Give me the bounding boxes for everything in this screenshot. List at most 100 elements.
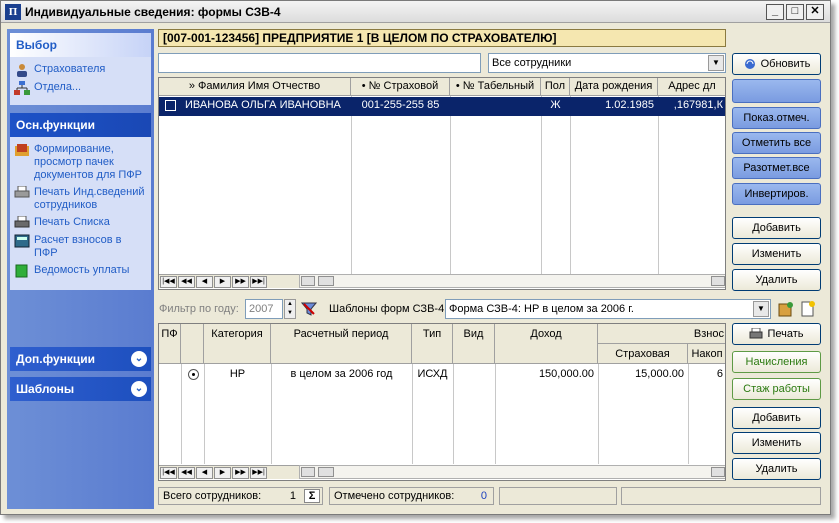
table-row[interactable]: ИВАНОВА ОЛЬГА ИВАНОВНА 001-255-255 85 Ж … [159, 97, 725, 116]
window-title: Индивидуальные сведения: формы СЗВ-4 [25, 4, 281, 19]
scroll-right-icon[interactable] [711, 467, 725, 477]
col-header-period[interactable]: Расчетный период [271, 324, 412, 364]
prev-page-icon[interactable]: ◀◀ [178, 275, 195, 288]
maximize-button[interactable]: □ [786, 3, 804, 20]
scroll-thumb[interactable] [318, 276, 334, 286]
minimize-button[interactable]: _ [766, 3, 784, 20]
mark-all-button[interactable]: Отметить все [732, 132, 821, 154]
filter-funnel-icon[interactable] [301, 301, 317, 317]
template-new-icon[interactable] [799, 300, 817, 318]
col-header-income[interactable]: Доход [495, 324, 598, 364]
work-experience-button[interactable]: Стаж работы [732, 378, 821, 400]
row-radio[interactable] [183, 366, 204, 384]
section-select-header[interactable]: Выбор [10, 33, 151, 57]
add-employee-button[interactable]: Добавить [732, 217, 821, 239]
next-record-icon[interactable]: ▶ [214, 466, 231, 479]
accruals-button[interactable]: Начисления [732, 351, 821, 373]
forms-hscrollbar[interactable] [299, 465, 725, 479]
first-record-icon[interactable]: |◀◀ [160, 466, 177, 479]
employee-search-input[interactable] [158, 53, 481, 73]
nav-payment-statement[interactable]: Ведомость уплаты [14, 264, 147, 278]
scroll-left-icon[interactable] [301, 467, 315, 477]
cell-address: ,167981,К [673, 99, 723, 111]
dropdown-arrow-icon[interactable]: ▼ [753, 301, 769, 317]
last-record-icon[interactable]: ▶▶| [250, 275, 267, 288]
nav-print-list[interactable]: Печать Списка [14, 216, 147, 230]
col-header-name[interactable]: » Фамилия Имя Отчество [159, 78, 351, 96]
employees-hscrollbar[interactable] [299, 274, 725, 288]
col-header-type[interactable]: Тип [412, 324, 453, 364]
cell-income: 150,000.00 [538, 368, 594, 380]
dropdown-arrow-icon[interactable]: ▼ [708, 55, 724, 71]
print-button[interactable]: Печать [732, 323, 821, 345]
prev-record-icon[interactable]: ◀ [196, 275, 213, 288]
blank-blue-button[interactable] [732, 79, 821, 103]
col-header-address[interactable]: Адрес дл [658, 78, 725, 96]
nav-department[interactable]: Отдела... [14, 81, 147, 95]
section-templates-title: Шаблоны [16, 382, 75, 396]
col-header-insurance-part[interactable]: Страховая [598, 344, 688, 364]
add-form-button[interactable]: Добавить [732, 407, 821, 429]
sum-icon[interactable]: Σ [304, 489, 320, 503]
delete-employee-button[interactable]: Удалить [732, 269, 821, 291]
col-header-insurance-number[interactable]: • № Страховой [351, 78, 450, 96]
edit-form-button[interactable]: Изменить [732, 432, 821, 454]
chevron-down-icon[interactable]: ⌄ [131, 381, 147, 397]
app-icon: П [5, 3, 21, 20]
section-extra-header[interactable]: Доп.функции ⌄ [10, 347, 151, 371]
radio-selected-icon[interactable] [188, 368, 199, 380]
employee-scope-select[interactable]: Все сотрудники ▼ [488, 53, 726, 73]
nav-department-label: Отдела... [34, 81, 82, 93]
cell-sex: Ж [550, 99, 561, 111]
insurer-banner: [007-001-123456] ПРЕДПРИЯТИЕ 1 [В ЦЕЛОМ … [158, 29, 726, 47]
next-page-icon[interactable]: ▶▶ [232, 275, 249, 288]
section-templates[interactable]: Шаблоны ⌄ [10, 377, 151, 401]
section-extra-title: Доп.функции [16, 352, 96, 366]
col-header-tab-number[interactable]: • № Табельный [450, 78, 541, 96]
prev-record-icon[interactable]: ◀ [196, 466, 213, 479]
show-marked-button[interactable]: Показ.отмеч. [732, 107, 821, 129]
col-header-birth-date[interactable]: Дата рождения [570, 78, 658, 96]
section-templates-header[interactable]: Шаблоны ⌄ [10, 377, 151, 401]
col-header-funded-part[interactable]: Накоп [688, 344, 725, 364]
row-checkbox[interactable] [161, 97, 183, 115]
scroll-thumb[interactable] [318, 467, 334, 477]
prev-page-icon[interactable]: ◀◀ [178, 466, 195, 479]
chevron-down-icon[interactable]: ⌄ [131, 351, 147, 367]
section-extra-functions[interactable]: Доп.функции ⌄ [10, 347, 151, 371]
status-marked-label: Отмечено сотрудников: [334, 490, 455, 502]
nav-insurer[interactable]: Страхователя [14, 63, 147, 77]
unmark-all-button[interactable]: Разотмет.все [732, 157, 821, 179]
refresh-button[interactable]: Обновить [732, 53, 821, 75]
col-header-pf[interactable]: ПФ [159, 324, 181, 364]
forms-nav-bar: |◀◀ ◀◀ ◀ ▶ ▶▶ ▶▶| [159, 465, 299, 479]
next-page-icon[interactable]: ▶▶ [232, 466, 249, 479]
nav-form-packs[interactable]: Формирование, просмотр пачек документов … [14, 143, 147, 182]
last-record-icon[interactable]: ▶▶| [250, 466, 267, 479]
scroll-left-icon[interactable] [301, 276, 315, 286]
template-select[interactable]: Форма СЗВ-4: НР в целом за 2006 г. ▼ [445, 299, 771, 319]
col-header-contributions[interactable]: Взнос [598, 324, 725, 344]
section-main-header[interactable]: Осн.функции [10, 113, 151, 137]
scroll-right-icon[interactable] [711, 276, 725, 286]
template-save-icon[interactable] [777, 300, 795, 318]
checkbox-icon[interactable] [165, 99, 176, 111]
year-spinner[interactable]: ▲ ▼ [284, 299, 296, 319]
col-header-select[interactable] [181, 324, 204, 364]
main-window: П Индивидуальные сведения: формы СЗВ-4 _… [0, 0, 831, 515]
edit-employee-button[interactable]: Изменить [732, 243, 821, 265]
col-header-sex[interactable]: Пол [541, 78, 570, 96]
nav-calc-contributions[interactable]: Расчет взносов в ПФР [14, 234, 147, 260]
year-filter-input[interactable]: 2007 [245, 299, 283, 319]
first-record-icon[interactable]: |◀◀ [160, 275, 177, 288]
invert-button[interactable]: Инвертиров. [732, 183, 821, 205]
col-header-kind[interactable]: Вид [453, 324, 495, 364]
delete-form-button[interactable]: Удалить [732, 458, 821, 480]
refresh-label: Обновить [760, 58, 811, 70]
print-list-icon [14, 216, 30, 228]
next-record-icon[interactable]: ▶ [214, 275, 231, 288]
col-header-category[interactable]: Категория [204, 324, 271, 364]
cell-insurance-number: 001-255-255 85 [361, 99, 440, 111]
close-button[interactable]: ✕ [806, 3, 824, 20]
nav-print-individual[interactable]: Печать Инд.сведений сотрудников [14, 186, 147, 212]
